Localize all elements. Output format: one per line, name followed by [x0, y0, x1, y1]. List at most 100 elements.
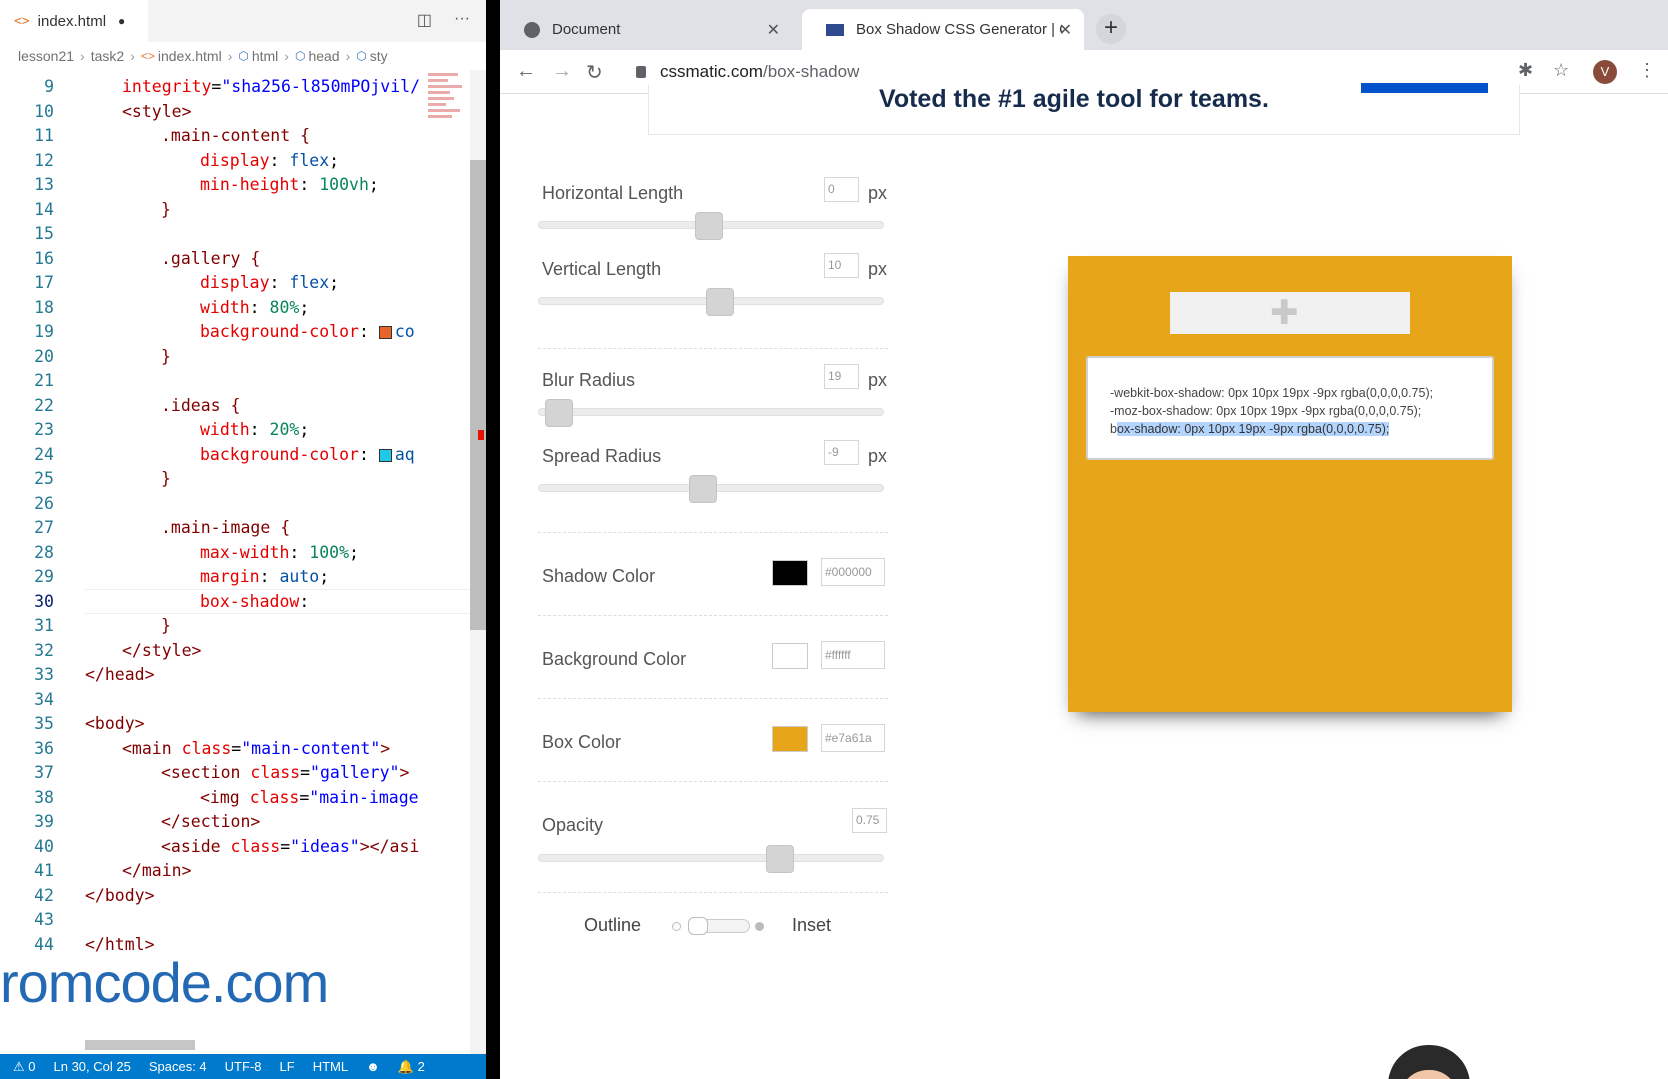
- reload-icon[interactable]: ↻: [586, 60, 603, 85]
- output-line: box-shadow: 0px 10px 19px -9px rgba(0,0,…: [1110, 422, 1390, 436]
- opacity-label: Opacity: [542, 815, 604, 835]
- blur-radius-thumb[interactable]: [545, 399, 573, 427]
- code-editor[interactable]: <> index.html ● ◫ ··· lesson21 › task2 › <…: [0, 0, 486, 1079]
- divider: [538, 781, 888, 782]
- close-tab-icon[interactable]: ✕: [767, 20, 780, 40]
- color-swatch-icon[interactable]: [378, 326, 392, 339]
- shadow-color-swatch[interactable]: [772, 560, 808, 586]
- unsaved-dot-icon[interactable]: ●: [118, 14, 125, 28]
- shadow-color-input[interactable]: #000000: [821, 558, 885, 586]
- preview-box: ✚ -webkit-box-shadow: 0px 10px 19px -9px…: [1068, 256, 1512, 712]
- blur-radius-slider[interactable]: [538, 408, 884, 416]
- cursor-position[interactable]: Ln 30, Col 25: [45, 1059, 140, 1074]
- spread-radius-thumb[interactable]: [689, 475, 717, 503]
- bookmark-star-icon[interactable]: ☆: [1553, 60, 1569, 81]
- spread-radius-input[interactable]: -9: [824, 440, 859, 465]
- css-output[interactable]: -webkit-box-shadow: 0px 10px 19px -9px r…: [1086, 356, 1494, 460]
- breadcrumb-item[interactable]: task2: [91, 48, 124, 64]
- window-divider[interactable]: [486, 0, 500, 1079]
- code-line: 40 <aside class="ideas"></asi: [34, 836, 420, 856]
- menu-icon[interactable]: ⋮: [1638, 60, 1656, 81]
- problems-indicator[interactable]: ⚠ 0: [4, 1059, 45, 1075]
- breadcrumb-item[interactable]: index.html: [158, 48, 222, 64]
- horizontal-scrollbar[interactable]: [85, 1040, 195, 1050]
- code-line: 36 <main class="main-content">: [34, 738, 391, 758]
- outline-inset-toggle[interactable]: [672, 917, 764, 935]
- tab-box-shadow-generator[interactable]: Box Shadow CSS Generator | C ✕: [802, 9, 1084, 50]
- address-bar[interactable]: cssmatic.com/box-shadow: [636, 56, 1486, 88]
- color-swatch-icon[interactable]: [378, 448, 392, 462]
- code-line: 14}: [34, 199, 171, 219]
- indentation[interactable]: Spaces: 4: [140, 1059, 216, 1074]
- minimap[interactable]: [428, 70, 468, 180]
- page-content: Voted the #1 agile tool for teams. Horiz…: [500, 83, 1668, 1079]
- element-icon: ⬡: [294, 49, 306, 63]
- breadcrumb-item[interactable]: head: [308, 48, 339, 64]
- inset-label: Inset: [792, 915, 832, 935]
- background-color-input[interactable]: #ffffff: [821, 641, 885, 669]
- encoding[interactable]: UTF-8: [216, 1059, 271, 1074]
- end-of-line[interactable]: LF: [271, 1059, 304, 1074]
- language-mode[interactable]: HTML: [304, 1059, 357, 1074]
- background-color-swatch[interactable]: [772, 643, 808, 669]
- breadcrumb-item[interactable]: lesson21: [18, 48, 74, 64]
- ad-banner[interactable]: Voted the #1 agile tool for teams.: [648, 83, 1520, 135]
- code-line: 9 integrity="sha256-l850mPOjvil/: [44, 77, 421, 96]
- code-line: 37 <section class="gallery">: [34, 763, 410, 782]
- profile-avatar[interactable]: V: [1593, 60, 1617, 84]
- horizontal-length-thumb[interactable]: [695, 212, 723, 240]
- breadcrumb-item[interactable]: html: [252, 48, 278, 64]
- code-line: 28 max-width: 100%;: [34, 542, 359, 562]
- code-line: 35 <body>: [34, 714, 145, 733]
- px-unit: px: [868, 446, 888, 466]
- code-line: 10 <style>: [34, 101, 192, 121]
- code-line: 29 margin: auto;: [34, 567, 330, 586]
- code-line: 27 .main-image {: [34, 518, 291, 537]
- ad-button[interactable]: [1361, 83, 1488, 93]
- lock-icon[interactable]: [636, 66, 646, 78]
- code-line: 25}: [34, 469, 171, 488]
- code-line-active[interactable]: 30 box-shadow:: [0, 588, 470, 614]
- opacity-slider[interactable]: [538, 854, 884, 862]
- code-line: 13 min-height: 100vh;: [34, 175, 379, 194]
- code-area[interactable]: 9 integrity="sha256-l850mPOjvil/ 10 <style…: [0, 74, 470, 1054]
- opacity-thumb[interactable]: [766, 845, 794, 873]
- code-line: 42 </body>: [34, 885, 155, 905]
- ad-text: Voted the #1 agile tool for teams.: [879, 85, 1269, 113]
- code-line: 31}: [34, 616, 171, 635]
- more-actions-icon[interactable]: ···: [454, 10, 470, 30]
- shadow-color-label: Shadow Color: [542, 566, 656, 586]
- feedback-icon[interactable]: ☻: [357, 1059, 389, 1074]
- extensions-icon[interactable]: ✱: [1518, 60, 1533, 81]
- notifications-icon[interactable]: 🔔 2: [389, 1059, 434, 1075]
- breadcrumb-item[interactable]: sty: [370, 48, 388, 64]
- close-tab-icon[interactable]: ✕: [1059, 20, 1072, 40]
- opacity-input[interactable]: 0.75: [852, 808, 887, 833]
- html-file-icon: <>: [140, 49, 155, 63]
- error-marker: [478, 430, 484, 440]
- new-tab-button[interactable]: +: [1096, 14, 1126, 44]
- background-color-label: Background Color: [542, 649, 687, 669]
- editor-tab-bar: <> index.html ● ◫ ···: [0, 0, 486, 42]
- box-color-swatch[interactable]: [772, 726, 808, 752]
- ad-placeholder: ✚: [1170, 292, 1410, 334]
- editor-tab-index-html[interactable]: <> index.html ●: [0, 0, 148, 42]
- code-line: 26: [34, 493, 54, 513]
- split-editor-icon[interactable]: ◫: [417, 10, 432, 30]
- divider: [538, 532, 888, 533]
- code-line: 24 background-color: aq: [34, 444, 415, 464]
- divider: [538, 698, 888, 699]
- horizontal-length-input[interactable]: 0: [824, 177, 859, 202]
- tab-document[interactable]: Document ✕: [500, 9, 792, 50]
- code-line: 39 </section>: [34, 812, 261, 831]
- box-color-input[interactable]: #e7a61a: [821, 724, 885, 752]
- blur-radius-input[interactable]: 19: [824, 364, 859, 389]
- forward-arrow-icon[interactable]: →: [552, 60, 572, 83]
- vertical-length-input[interactable]: 10: [824, 253, 859, 278]
- status-bar: ⚠ 0 Ln 30, Col 25 Spaces: 4 UTF-8 LF HTM…: [0, 1054, 486, 1079]
- code-line: 11 .main-content {: [34, 126, 311, 145]
- vertical-length-thumb[interactable]: [706, 288, 734, 316]
- back-arrow-icon[interactable]: ←: [516, 60, 536, 83]
- code-line: 33 </head>: [34, 665, 155, 684]
- scrollbar-thumb[interactable]: [470, 160, 486, 630]
